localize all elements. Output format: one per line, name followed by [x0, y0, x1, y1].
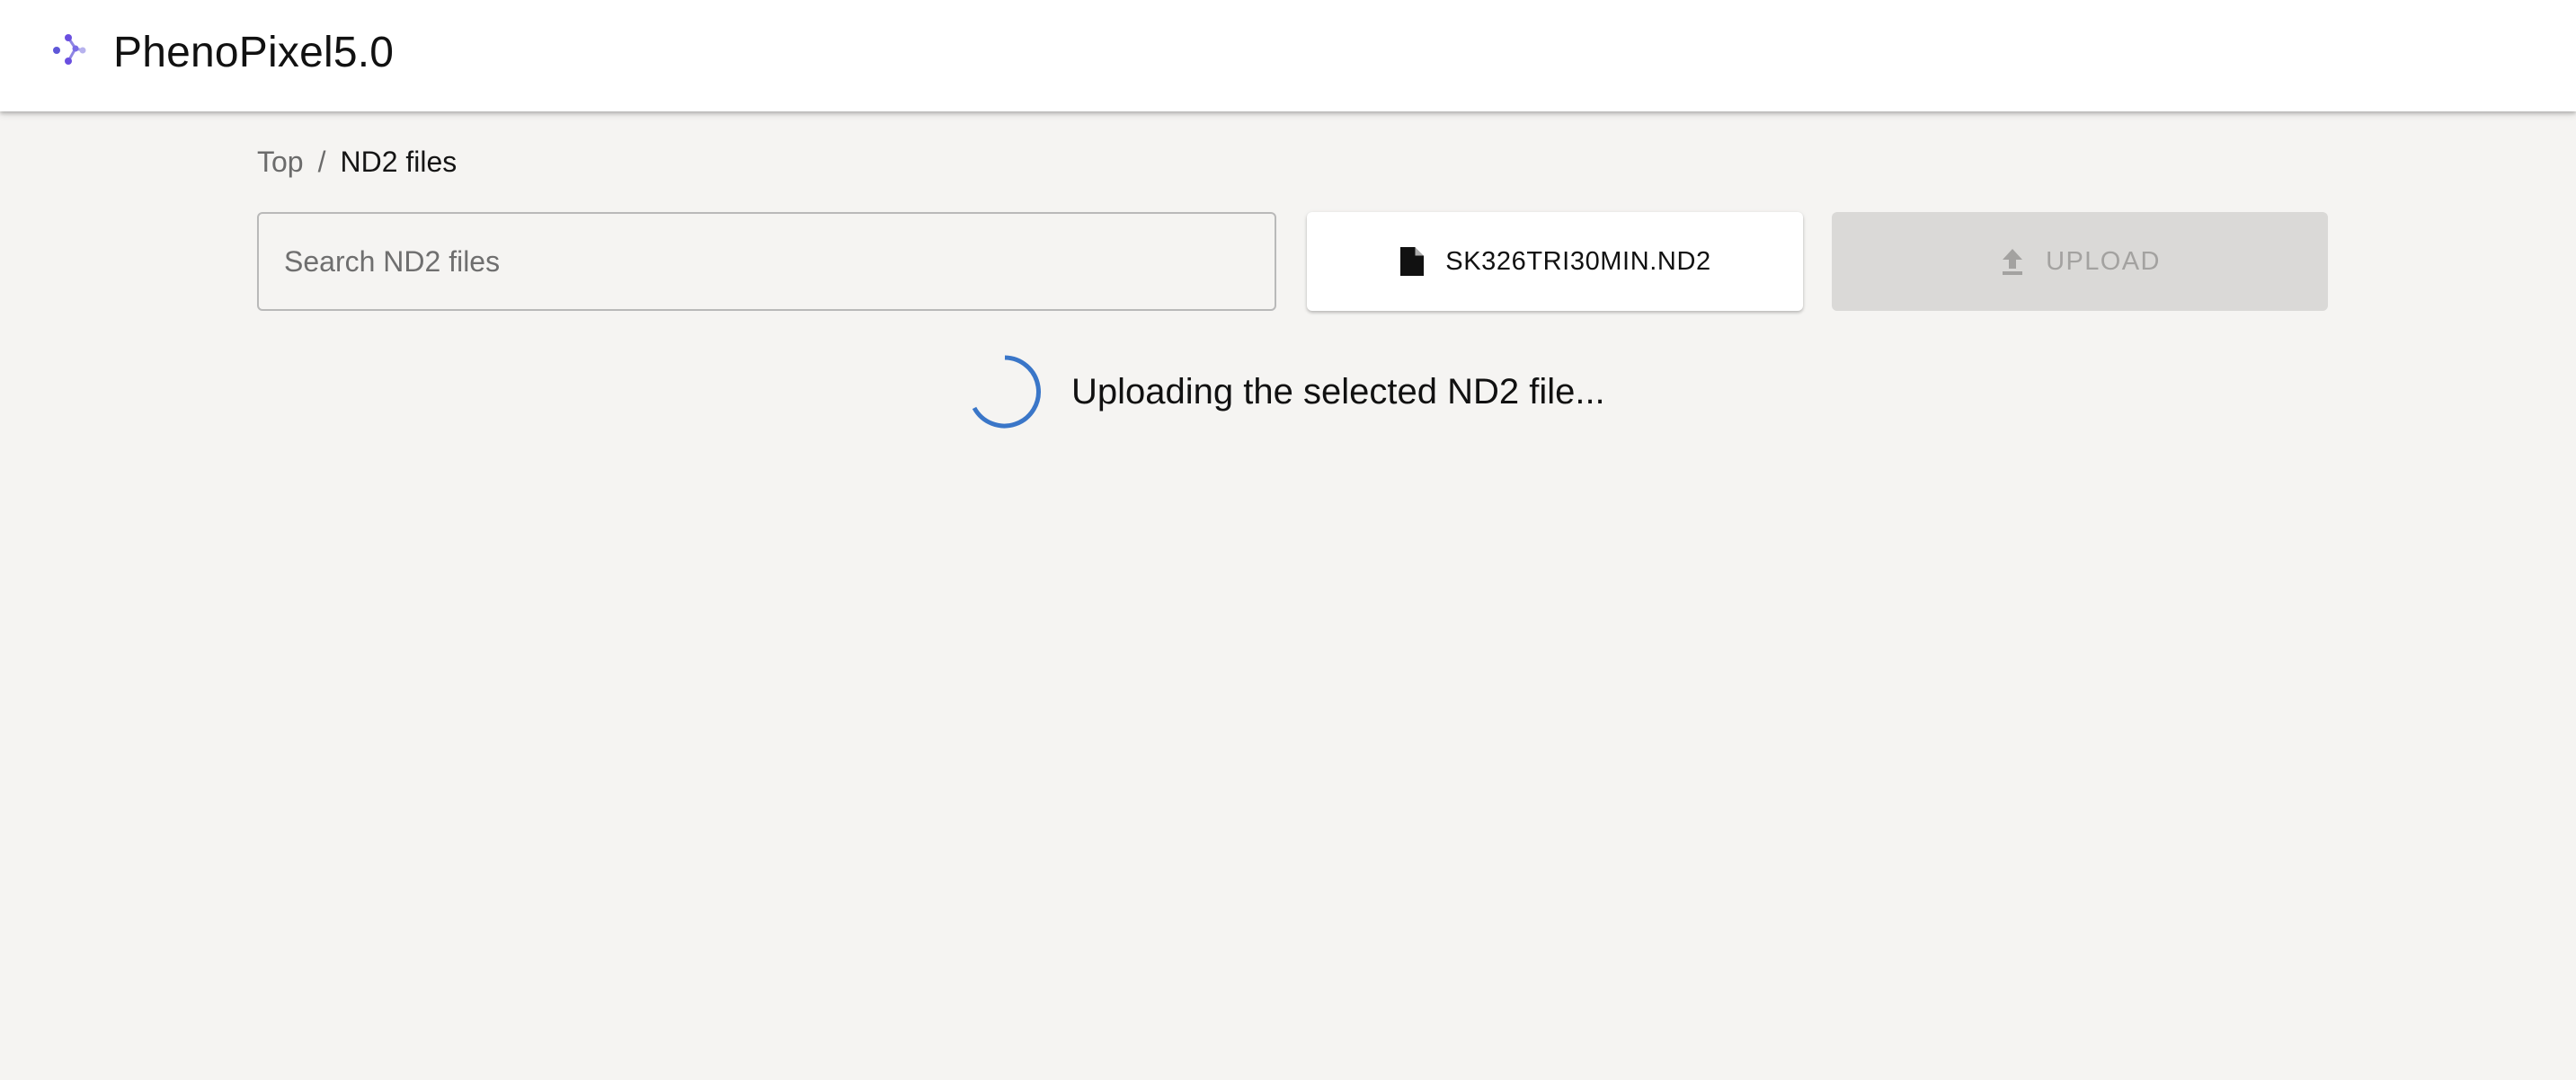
- upload-label: UPLOAD: [2046, 246, 2161, 276]
- app-title: PhenoPixel5.0: [113, 29, 395, 76]
- app-bar: PhenoPixel5.0: [0, 0, 2576, 111]
- breadcrumb: Top / ND2 files: [257, 144, 457, 180]
- upload-icon: [2003, 249, 2023, 275]
- select-file-button[interactable]: SK326TRI30MIN.ND2: [1307, 212, 1803, 311]
- status-message: Uploading the selected ND2 file...: [1071, 371, 1605, 412]
- molecule-logo-icon: [53, 34, 86, 65]
- breadcrumb-separator: /: [317, 146, 326, 178]
- upload-button[interactable]: UPLOAD: [1832, 212, 2328, 311]
- breadcrumb-current: ND2 files: [340, 146, 457, 178]
- search-field: [257, 212, 1276, 311]
- file-icon: [1400, 247, 1425, 276]
- loading-spinner-icon: [972, 355, 1041, 429]
- breadcrumb-top-link[interactable]: Top: [257, 144, 304, 180]
- selected-file-name: SK326TRI30MIN.ND2: [1445, 246, 1711, 276]
- upload-status: Uploading the selected ND2 file...: [967, 354, 1605, 429]
- search-input[interactable]: [259, 214, 1275, 309]
